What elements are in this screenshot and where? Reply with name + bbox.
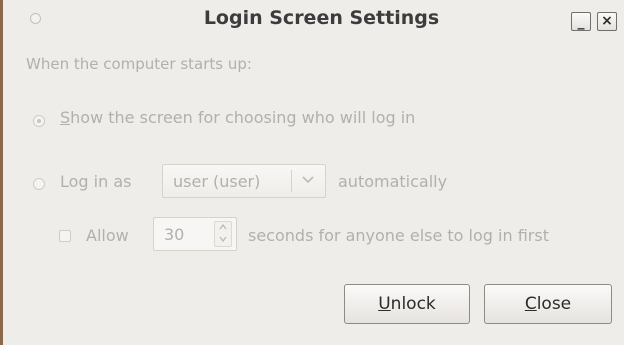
unlock-button[interactable]: Unlock <box>344 284 470 324</box>
close-label: lose <box>536 294 572 314</box>
user-select[interactable]: user (user) <box>162 164 326 198</box>
seconds-value: 30 <box>164 225 185 244</box>
window-left-border <box>0 0 3 345</box>
spin-up-icon[interactable] <box>215 222 231 234</box>
titlebar[interactable]: Login Screen Settings _ × <box>3 0 624 38</box>
combo-separator <box>291 170 292 192</box>
automatically-label: automatically <box>338 172 448 191</box>
close-icon: × <box>601 13 613 29</box>
radio-show-screen[interactable] <box>33 115 45 127</box>
startup-heading: When the computer starts up: <box>26 55 252 73</box>
spin-buttons <box>214 221 232 247</box>
radio-auto-login-label[interactable]: Log in as <box>60 172 131 191</box>
window-title: Login Screen Settings <box>203 7 440 29</box>
allow-label[interactable]: Allow <box>86 226 129 245</box>
mnemonic-c: C <box>524 294 537 314</box>
close-button[interactable]: Close <box>484 284 612 324</box>
login-screen-settings-window: Login Screen Settings _ × When the compu… <box>0 0 624 345</box>
seconds-suffix-label: seconds for anyone else to log in first <box>248 226 549 245</box>
radio-show-screen-label[interactable]: Show the screen for choosing who will lo… <box>60 108 415 127</box>
allow-delay-checkbox[interactable] <box>59 230 71 242</box>
close-window-button[interactable]: × <box>597 12 617 31</box>
chevron-down-icon <box>297 170 319 192</box>
unlock-label: nlock <box>390 294 436 314</box>
mnemonic-s: S <box>60 108 71 127</box>
label-text: how the screen for choosing who will log… <box>70 108 416 127</box>
user-select-value: user (user) <box>173 172 261 191</box>
minimize-icon: _ <box>577 14 585 30</box>
seconds-spinbox[interactable]: 30 <box>153 217 237 251</box>
spin-down-icon[interactable] <box>215 234 231 246</box>
mnemonic-u: U <box>378 294 391 314</box>
minimize-button[interactable]: _ <box>571 12 591 31</box>
radio-auto-login[interactable] <box>33 178 45 190</box>
